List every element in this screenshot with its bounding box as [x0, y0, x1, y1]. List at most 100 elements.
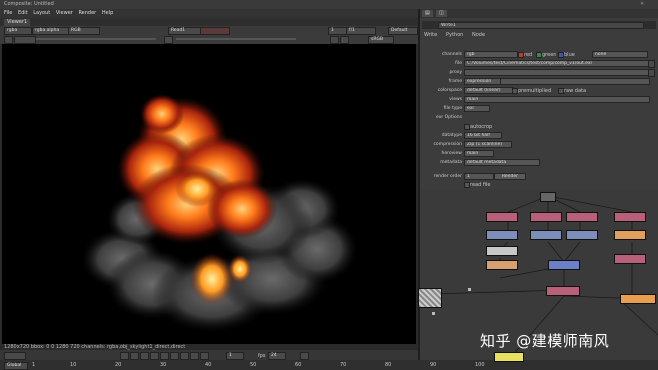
folder-icon[interactable] [648, 69, 655, 77]
menu-file[interactable]: File [4, 9, 12, 18]
node-grade-2[interactable] [530, 212, 562, 222]
fstop-button[interactable] [4, 36, 13, 44]
render-button[interactable]: Render [494, 173, 526, 180]
play-backward-button[interactable] [150, 352, 159, 360]
tab-properties[interactable]: ▤ [422, 10, 433, 17]
layer-select[interactable]: rgba.alpha [32, 27, 70, 35]
lut-select[interactable]: Default [388, 27, 418, 35]
menu-render[interactable]: Render [78, 9, 96, 18]
file-type-select[interactable]: exr [464, 105, 490, 112]
menu-viewer[interactable]: Viewer [56, 9, 73, 18]
gain-slider[interactable] [36, 38, 156, 40]
input-a-select[interactable]: Read1 [168, 27, 202, 35]
tick-label: 100 [475, 362, 485, 368]
loop-button[interactable] [300, 352, 309, 360]
blue-label: blue [564, 52, 575, 58]
gamma-button[interactable] [164, 36, 173, 44]
views-select[interactable]: main [464, 96, 650, 103]
zoom-select[interactable]: f/1 [346, 27, 376, 35]
next-key-button[interactable] [190, 352, 199, 360]
node-name-row: Write1 [422, 21, 656, 29]
viewer-process-select[interactable]: sRGB [368, 36, 394, 44]
channel-extra-select[interactable]: none [592, 51, 648, 58]
first-frame-button[interactable] [120, 352, 129, 360]
red-label: red [524, 52, 533, 58]
tab-node[interactable]: Node [472, 32, 485, 38]
prev-frame-button[interactable] [140, 352, 149, 360]
node-dot[interactable] [468, 288, 471, 291]
node-viewer-1[interactable] [494, 352, 524, 362]
menu-edit[interactable]: Edit [18, 9, 28, 18]
read-file-label: read file [470, 182, 491, 188]
node-transform-1[interactable] [486, 230, 518, 240]
heroview-select[interactable]: main [464, 150, 494, 157]
node-read-thumbnail[interactable] [418, 288, 442, 308]
proxy-field[interactable] [464, 69, 650, 76]
node-write-1[interactable] [620, 294, 656, 304]
tick-label: 80 [385, 362, 392, 368]
properties-subtabs: Write Python Node [424, 31, 656, 39]
colorspace-select[interactable]: RGB [68, 27, 100, 35]
node-grade-4[interactable] [614, 212, 646, 222]
current-frame-field[interactable]: 1 [226, 352, 244, 360]
viewer-canvas[interactable] [2, 44, 416, 344]
watermark-text: 知乎 @建模师南风 [480, 332, 610, 350]
compression-select[interactable]: Zip (1 scanline) [464, 141, 512, 148]
menu-bar: File Edit Layout Viewer Render Help [0, 9, 418, 18]
node-dot[interactable] [432, 312, 435, 315]
node-color-correct[interactable] [486, 260, 518, 270]
node-shuffle-1[interactable] [486, 246, 518, 256]
fps-label: fps [258, 353, 266, 359]
node-transform-2[interactable] [530, 230, 562, 240]
fps-field[interactable]: 24 [268, 352, 286, 360]
timeline-ruler[interactable]: Global 1 10 20 30 40 50 60 70 80 90 100 [0, 360, 658, 370]
channels-select[interactable]: rgb [464, 51, 518, 58]
channel-select[interactable]: rgba [4, 27, 32, 35]
node-merge-1[interactable] [548, 260, 580, 270]
close-icon[interactable]: ✕ [640, 1, 644, 7]
menu-help[interactable]: Help [102, 9, 113, 18]
frame-expression-field[interactable] [500, 78, 650, 85]
node-blur-1[interactable] [614, 230, 646, 240]
clip-button[interactable] [340, 36, 349, 44]
next-frame-button[interactable] [180, 352, 189, 360]
exr-options-label: exr Options [436, 115, 462, 120]
render-order-field[interactable]: 1 [464, 173, 494, 180]
node-transform-3[interactable] [566, 230, 598, 240]
last-frame-button[interactable] [200, 352, 209, 360]
colorspace-select[interactable]: default (linear) [464, 87, 514, 94]
roi-button[interactable] [330, 36, 339, 44]
file-path-field[interactable]: C:/Volumes/test/Cinematics/test/comp/com… [464, 60, 650, 67]
node-grade-5[interactable] [614, 254, 646, 264]
gain-field[interactable] [14, 36, 36, 44]
raw-data-label: raw data [564, 88, 587, 94]
frame-range-field[interactable] [4, 352, 26, 360]
frame-mode-select[interactable]: expression [464, 78, 502, 85]
colorspace-label: colorspace [437, 88, 462, 93]
range-select[interactable]: Global [4, 362, 28, 370]
node-grade-3[interactable] [566, 212, 598, 222]
metadata-select[interactable]: default metadata [464, 159, 540, 166]
tab-python[interactable]: Python [446, 32, 463, 38]
tab-node-toolbar[interactable]: ◫ [436, 10, 447, 17]
node-grade-1[interactable] [486, 212, 518, 222]
tab-write[interactable]: Write [424, 32, 437, 38]
datatype-select[interactable]: 16 bit half [464, 132, 502, 139]
input-b-select[interactable] [200, 27, 230, 35]
play-forward-button[interactable] [170, 352, 179, 360]
tick-label: 40 [205, 362, 212, 368]
folder-icon[interactable] [648, 60, 655, 68]
menu-layout[interactable]: Layout [33, 9, 50, 18]
tick-label: 20 [115, 362, 122, 368]
frame-field[interactable]: 1 [328, 27, 348, 35]
gamma-slider[interactable] [176, 38, 296, 40]
tab-viewer[interactable]: Viewer1 [4, 19, 31, 26]
tick-label: 70 [340, 362, 347, 368]
node-merge-2[interactable] [546, 286, 580, 296]
node-dot[interactable] [540, 192, 556, 202]
compression-label: compression [433, 142, 462, 147]
node-name-field[interactable]: Write1 [438, 22, 644, 29]
file-label: file [455, 61, 462, 66]
prev-key-button[interactable] [130, 352, 139, 360]
stop-button[interactable] [160, 352, 169, 360]
